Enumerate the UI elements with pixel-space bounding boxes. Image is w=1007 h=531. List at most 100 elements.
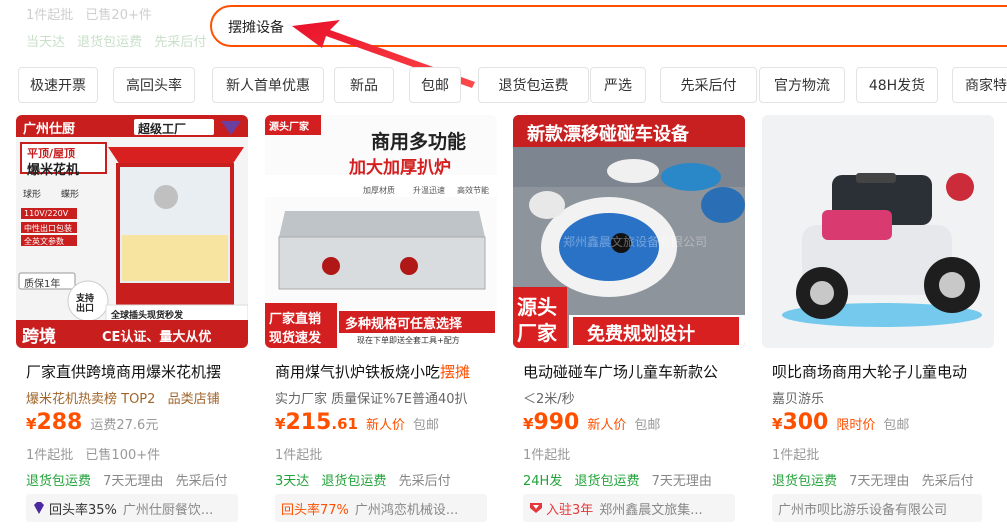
free-shipping-text: 包邮 (412, 418, 439, 433)
sold-count-text: 已售100+件 (85, 448, 161, 463)
product-subline: ＜2米/秒 (523, 388, 748, 407)
filter-chip-new-user-offer[interactable]: 新人首单优惠 (212, 67, 324, 103)
repurchase-rate-text: 回头率35% (49, 502, 117, 518)
filter-chip-free-shipping[interactable]: 包邮 (409, 67, 461, 103)
moq-text: 1件起批 (523, 448, 571, 463)
product-image-popcorn-machine[interactable]: 广州仕厨 超级工厂 平顶/屋顶 爆米花机 球形 蝶形 110V/220V 中性出… (16, 115, 248, 348)
product-title-text[interactable]: 呗比商场商用大轮子儿童电动 (772, 363, 967, 381)
shop-name-text[interactable]: 广州仕厨餐饮... (123, 499, 213, 518)
service-row: 24H发 退货包运费 7天无理由 (523, 470, 712, 489)
moq-text: 1件起批 (275, 448, 323, 463)
service-tag: 先采后付 (175, 474, 228, 489)
image-in-stock: 现货速发 (269, 331, 322, 346)
product-grid: 广州仕厨 超级工厂 平顶/屋顶 爆米花机 球形 蝶形 110V/220V 中性出… (0, 113, 1007, 531)
price-value: 288 (36, 410, 83, 435)
price-value: 990 (533, 410, 580, 435)
service-tag: 退货包运费 (574, 474, 640, 489)
shop-name-text[interactable]: 广州市呗比游乐设备有限公司 (778, 499, 947, 518)
faded-svc-2: 退货包运费 (77, 35, 143, 50)
shipping-fee-text: 运费27.6元 (90, 418, 159, 433)
service-tag: 退货包运费 (321, 474, 387, 489)
shop-link[interactable]: 广州市呗比游乐设备有限公司 (772, 494, 982, 522)
attribute-text: ＜2米/秒 (523, 392, 575, 407)
product-title-text[interactable]: 厂家直供跨境商用爆米花机摆 (26, 363, 221, 381)
shop-link[interactable]: 入驻3年 郑州鑫晨文旅集... (523, 494, 735, 522)
image-brand-text: 广州仕厨 (23, 122, 76, 137)
free-shipping-text: 包邮 (634, 418, 661, 433)
service-tag: 7天无理由 (651, 474, 712, 489)
price-tag: 限时价 (836, 418, 876, 433)
service-tag: 退货包运费 (772, 474, 838, 489)
price-row: ¥ 300 限时价 包邮 (772, 410, 909, 440)
product-title[interactable]: 呗比商场商用大轮子儿童电动 (772, 361, 994, 382)
product-image-griddle[interactable]: 源头厂家 商用多功能 加大加厚扒炉 加厚材质 升温迅速 高效节能 厂家直销 现货… (265, 115, 497, 348)
filter-chip-new[interactable]: 新品 (334, 67, 394, 103)
filter-chip-buy-now-pay-later[interactable]: 先采后付 (660, 67, 757, 103)
product-image-bumper-car[interactable]: 新款漂移碰碰车设备 郑州鑫晨文旅设备有限公司 源头 厂家 免费规划设计 (513, 115, 745, 348)
price-row: ¥ 990 新人价 包邮 (523, 410, 660, 440)
service-row: 3天达 退货包运费 先采后付 (275, 470, 451, 489)
faded-svc-3: 先采后付 (154, 35, 207, 50)
store-type-text: 品类店铺 (167, 392, 220, 407)
currency-symbol: ¥ (772, 415, 783, 433)
product-card[interactable]: 呗比商场商用大轮子儿童电动 嘉贝游乐 ¥ 300 限时价 包邮 1件起批 退货包… (762, 113, 998, 531)
service-tag: 7天无理由 (103, 474, 164, 489)
faded-moq: 1件起批 (26, 8, 74, 23)
product-title[interactable]: 厂家直供跨境商用爆米花机摆 (26, 361, 248, 382)
image-source-text: 源头 (517, 295, 557, 319)
service-row: 退货包运费 7天无理由 先采后付 (26, 470, 228, 489)
price-decimal: .61 (331, 415, 358, 433)
product-subline: 实力厂家 质量保证%7E普通40扒 (275, 388, 500, 407)
filter-chip-return-shipping[interactable]: 退货包运费 (478, 67, 589, 103)
product-title[interactable]: 电动碰碰车广场儿童车新款公 (523, 361, 745, 382)
service-tag: 7天无理由 (849, 474, 910, 489)
product-subline: 爆米花机热卖榜 TOP2 品类店铺 (26, 388, 251, 407)
service-tag: 先采后付 (398, 474, 451, 489)
repurchase-rate-text: 回头率77% (281, 502, 349, 518)
title-keyword-highlight[interactable]: 摆摊 (440, 363, 470, 381)
product-card[interactable]: 源头厂家 商用多功能 加大加厚扒炉 加厚材质 升温迅速 高效节能 厂家直销 现货… (265, 113, 501, 531)
product-card[interactable]: 新款漂移碰碰车设备 郑州鑫晨文旅设备有限公司 源头 厂家 免费规划设计 电动碰碰… (513, 113, 749, 531)
image-export-text: 支持出口 (76, 294, 95, 314)
image-tag2-text: 全英文参数 (24, 237, 64, 246)
filter-chip-high-repurchase[interactable]: 高回头率 (113, 67, 195, 103)
image-design-text: 免费规划设计 (587, 324, 695, 345)
service-tag: 3天达 (275, 474, 310, 489)
image-gift-text: 现在下单即送全套工具+配方 (357, 336, 460, 345)
image-headline: 新款漂移碰碰车设备 (527, 124, 689, 145)
image-feature-2: 升温迅速 (413, 186, 445, 195)
price-tag: 新人价 (587, 418, 627, 433)
moq-row: 1件起批 已售100+件 (26, 444, 160, 463)
moq-text: 1件起批 (772, 448, 820, 463)
image-factory-text: 厂家 (517, 321, 557, 345)
shop-name-text[interactable]: 广州鸿恋机械设... (355, 499, 458, 518)
filter-chip-fast-invoice[interactable]: 极速开票 (18, 67, 98, 103)
image-headline-1: 商用多功能 (371, 131, 467, 153)
faded-row-2: 当天达 退货包运费 先采后付 (26, 31, 214, 50)
free-shipping-text: 包邮 (883, 418, 910, 433)
filter-chip-merchant-special[interactable]: 商家特 (952, 67, 1007, 103)
shop-link[interactable]: 回头率77% 广州鸿恋机械设... (275, 494, 487, 522)
shop-link[interactable]: 回头率35% 广州仕厨餐饮... (26, 494, 238, 522)
shop-name-text[interactable]: 郑州鑫晨文旅集... (599, 499, 702, 518)
rank-text[interactable]: 爆米花机热卖榜 TOP2 (26, 392, 155, 407)
image-line2-text: 爆米花机 (27, 163, 80, 178)
product-image-kids-car[interactable] (762, 115, 994, 348)
product-card[interactable]: 广州仕厨 超级工厂 平顶/屋顶 爆米花机 球形 蝶形 110V/220V 中性出… (16, 113, 252, 531)
filter-bar: 极速开票 高回头率 新人首单优惠 新品 包邮 退货包运费 严选 先采后付 官方物… (18, 67, 1007, 103)
product-title-text[interactable]: 商用煤气扒炉铁板烧小吃 (275, 363, 440, 381)
moq-row: 1件起批 (275, 444, 322, 463)
product-subline: 嘉贝游乐 (772, 388, 997, 407)
filter-chip-48h-ship[interactable]: 48H发货 (856, 67, 938, 103)
filter-chip-official-logistics[interactable]: 官方物流 (759, 67, 845, 103)
product-title-text[interactable]: 电动碰碰车广场儿童车新款公 (523, 363, 718, 381)
currency-symbol: ¥ (523, 415, 534, 433)
filter-chip-selected[interactable]: 严选 (590, 67, 646, 103)
price-value: 300 (782, 410, 829, 435)
search-query-text[interactable]: 摆摊设备 (228, 17, 284, 37)
product-title[interactable]: 商用煤气扒炉铁板烧小吃摆摊 (275, 361, 497, 382)
price-row: ¥ 215 .61 新人价 包邮 (275, 410, 439, 440)
image-spec-text: 多种规格可任意选择 (345, 317, 463, 332)
price-value: 215 (285, 410, 332, 435)
image-cert-text: CE认证、量大从优 (102, 330, 212, 345)
